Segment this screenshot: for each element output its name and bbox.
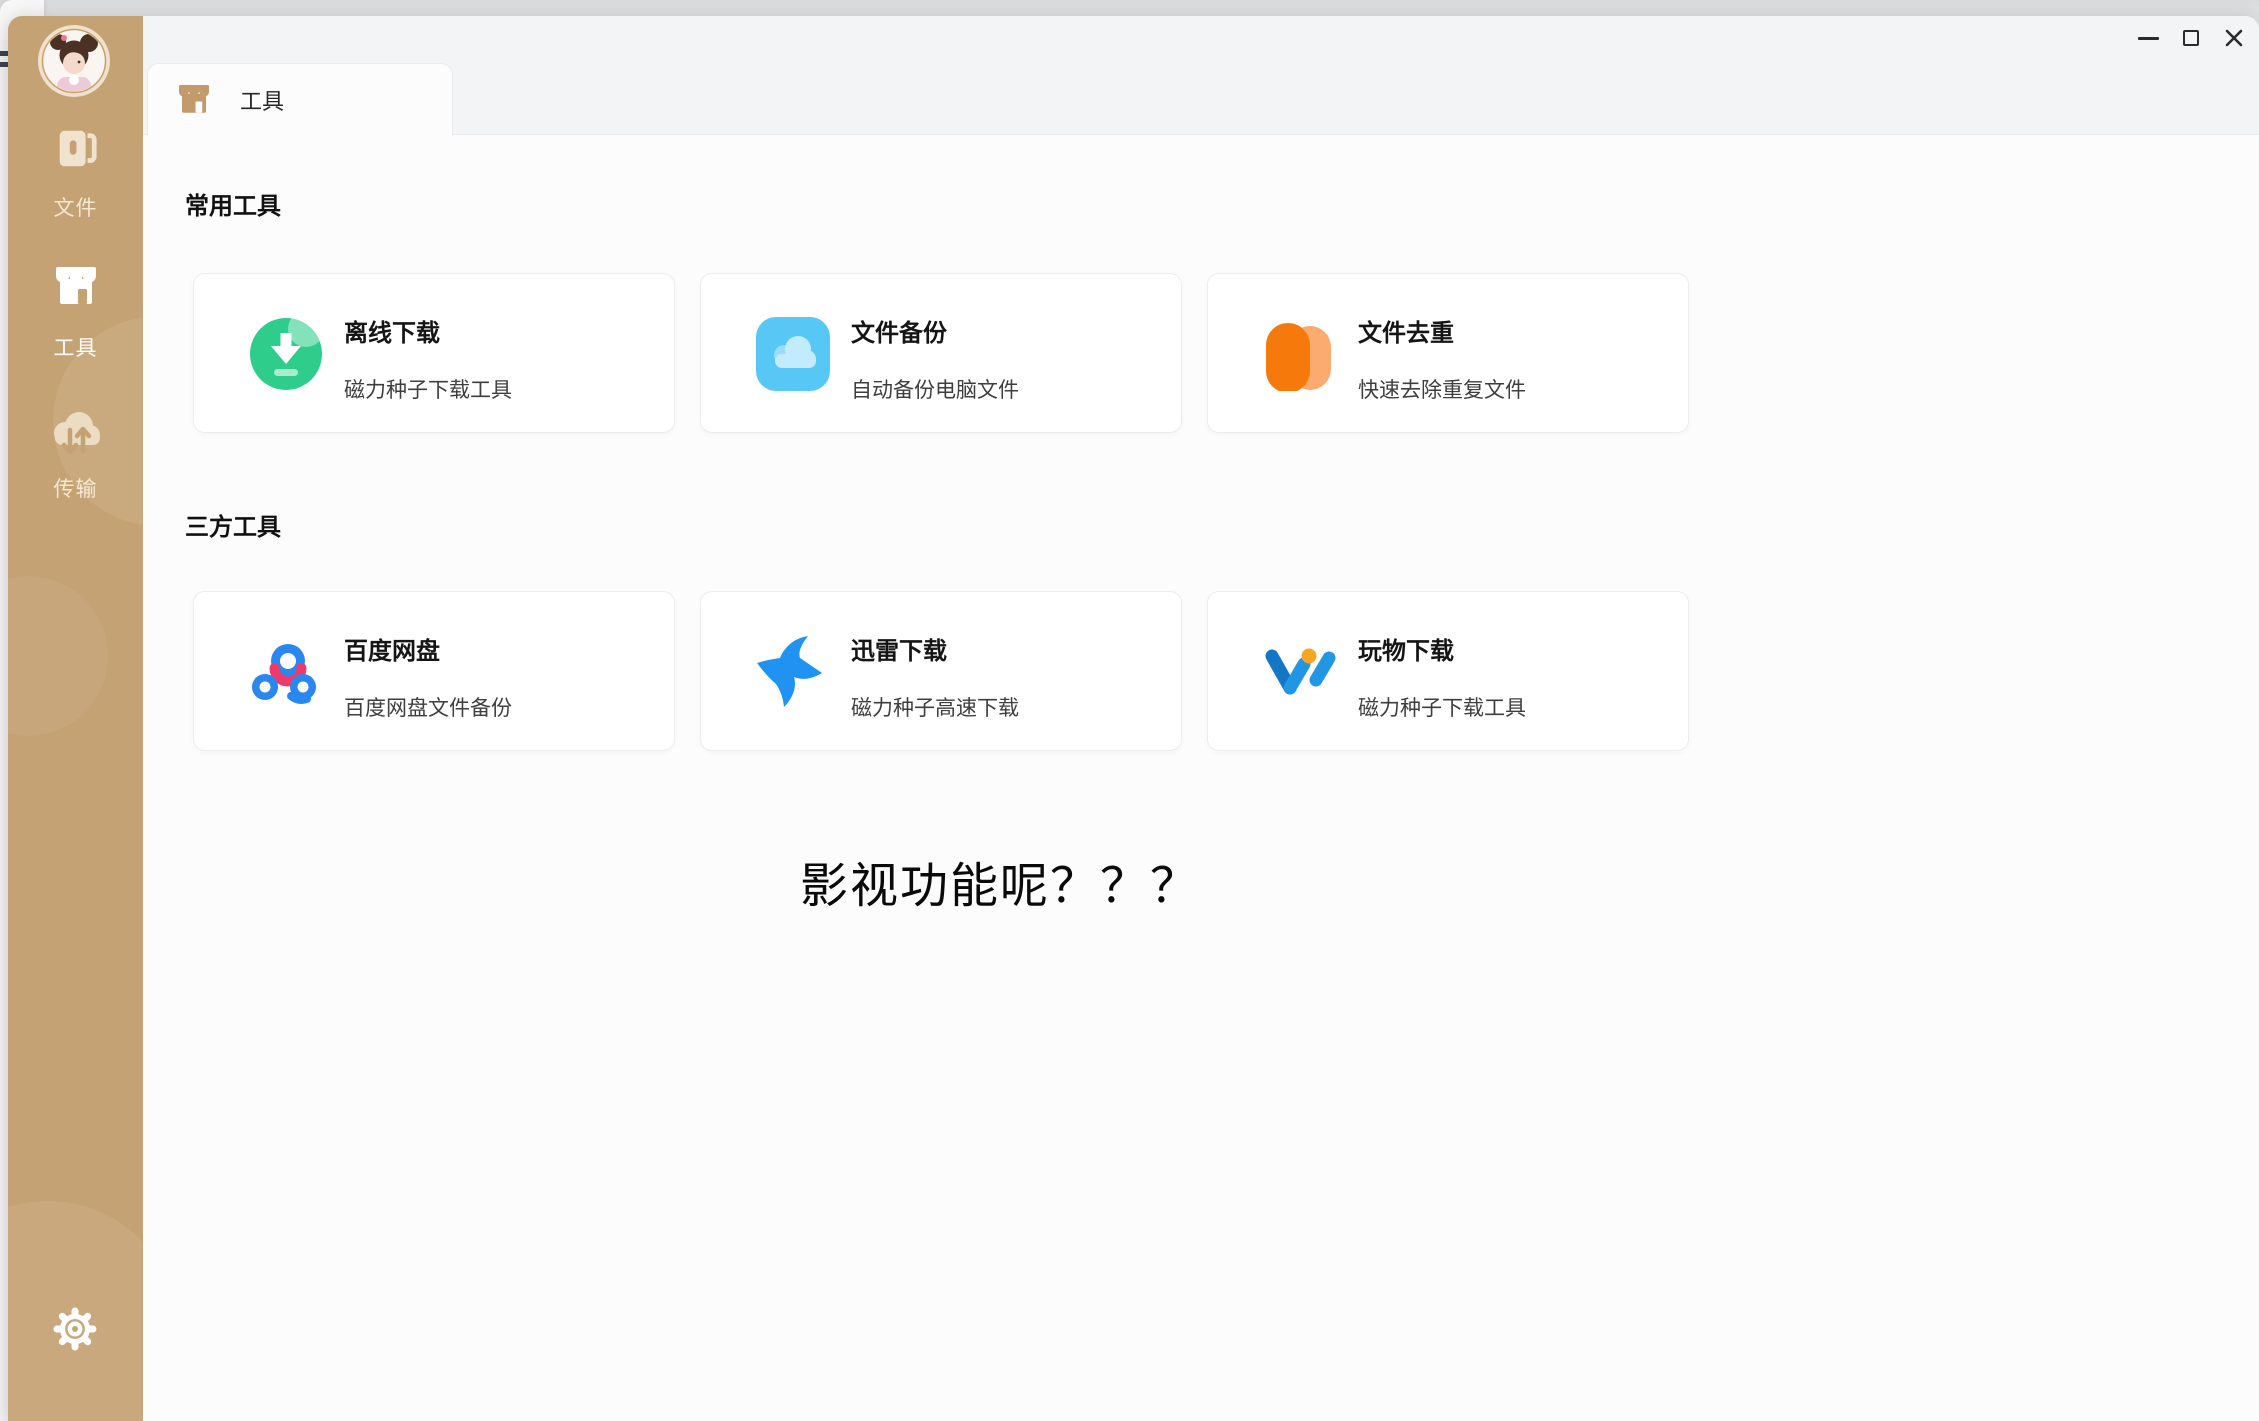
close-button[interactable] (2221, 25, 2247, 51)
window-controls (2135, 25, 2247, 51)
store-icon (176, 82, 212, 118)
desktop-screen: 文件 工具 (0, 0, 2259, 1421)
card-baidu-netdisk[interactable]: 百度网盘 百度网盘文件备份 (193, 591, 675, 751)
sidebar-item-files[interactable]: 文件 (8, 126, 143, 222)
card-subtitle: 快速去除重复文件 (1358, 374, 1526, 404)
transfer-cloud-icon (50, 405, 102, 457)
sidebar-item-label: 传输 (8, 473, 143, 503)
file-backup-icon (756, 317, 830, 391)
close-icon (2224, 28, 2244, 48)
minimize-button[interactable] (2135, 25, 2161, 51)
settings-button[interactable] (51, 1305, 99, 1353)
tools-page: 常用工具 (143, 136, 2259, 1421)
sidebar-item-label: 工具 (8, 332, 143, 362)
xunlei-bird-icon (756, 635, 830, 709)
common-tools-cards: 离线下载 磁力种子下载工具 (193, 273, 1689, 433)
background-menu-icon (0, 51, 8, 56)
app-window: 文件 工具 (8, 16, 2259, 1421)
card-title: 迅雷下载 (851, 631, 947, 666)
sidebar-item-tools[interactable]: 工具 (8, 263, 143, 362)
tab-tools[interactable]: 工具 (147, 63, 453, 136)
girl-avatar-icon (38, 25, 110, 97)
maximize-button[interactable] (2178, 25, 2204, 51)
card-subtitle: 磁力种子下载工具 (344, 374, 512, 404)
sidebar-item-transfer[interactable]: 传输 (8, 405, 143, 503)
maximize-icon (2183, 30, 2199, 46)
card-subtitle: 磁力种子高速下载 (851, 692, 1019, 722)
third-party-tools-cards: 百度网盘 百度网盘文件备份 迅雷下载 磁力种子高速下载 (193, 591, 1689, 751)
files-icon (53, 126, 99, 172)
card-title: 玩物下载 (1358, 631, 1454, 666)
background-menu-icon (0, 62, 8, 67)
section-heading-common-tools: 常用工具 (185, 186, 281, 221)
store-icon (52, 263, 100, 311)
card-offline-download[interactable]: 离线下载 磁力种子下载工具 (193, 273, 675, 433)
user-avatar[interactable] (38, 25, 110, 97)
tab-label: 工具 (240, 84, 284, 116)
card-title: 文件去重 (1358, 313, 1454, 348)
main-area: 工具 常用工具 (143, 16, 2259, 1421)
card-subtitle: 磁力种子下载工具 (1358, 692, 1526, 722)
background-window-edge (0, 40, 8, 1421)
card-title: 百度网盘 (344, 631, 440, 666)
offline-download-icon (249, 317, 323, 391)
file-dedupe-icon (1263, 317, 1337, 391)
sidebar-decor-circle (8, 576, 108, 736)
card-subtitle: 自动备份电脑文件 (851, 374, 1019, 404)
minimize-icon (2138, 37, 2159, 40)
card-file-dedupe[interactable]: 文件去重 快速去除重复文件 (1207, 273, 1689, 433)
sidebar: 文件 工具 (8, 16, 143, 1421)
empty-state-message: 影视功能呢？？？ (143, 846, 1857, 916)
card-subtitle: 百度网盘文件备份 (344, 692, 512, 722)
sidebar-item-label: 文件 (8, 192, 143, 222)
titlebar: 工具 (143, 16, 2259, 135)
card-xunlei-download[interactable]: 迅雷下载 磁力种子高速下载 (700, 591, 1182, 751)
section-heading-third-party-tools: 三方工具 (185, 507, 281, 542)
baidu-netdisk-icon (249, 635, 323, 709)
card-title: 离线下载 (344, 313, 440, 348)
gear-icon (51, 1305, 99, 1353)
card-title: 文件备份 (851, 313, 947, 348)
wanwu-icon (1263, 635, 1337, 709)
card-wanwu-download[interactable]: 玩物下载 磁力种子下载工具 (1207, 591, 1689, 751)
card-file-backup[interactable]: 文件备份 自动备份电脑文件 (700, 273, 1182, 433)
